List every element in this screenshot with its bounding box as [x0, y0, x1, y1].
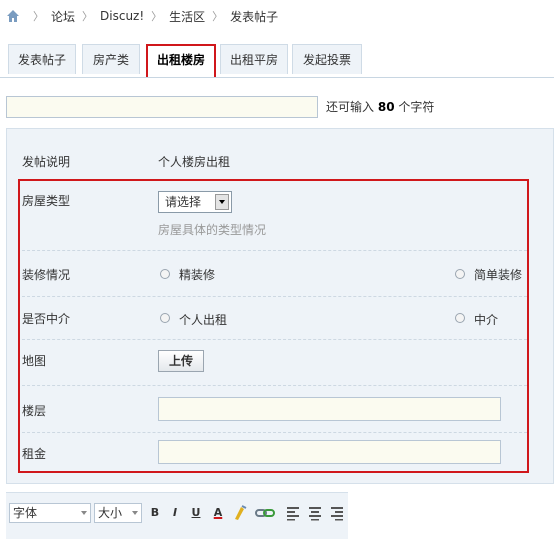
map-label: 地图	[22, 354, 47, 368]
radio-personal-rent[interactable]	[160, 313, 170, 323]
editor-toolbar: 字体 大小 B I U A	[6, 492, 348, 539]
house-type-hint: 房屋具体的类型情况	[158, 223, 267, 237]
tab-start-poll[interactable]: 发起投票	[292, 44, 362, 74]
radio-fine-decoration[interactable]	[160, 269, 170, 279]
remaining-prefix: 还可输入	[326, 100, 375, 114]
size-select[interactable]: 大小	[94, 503, 142, 523]
font-select-value: 字体	[13, 506, 38, 520]
floor-input[interactable]	[158, 397, 501, 421]
remaining-count: 80	[377, 100, 395, 114]
breadcrumb-separator: 〉	[151, 10, 163, 23]
rent-input[interactable]	[158, 440, 501, 464]
remaining-suffix: 个字符	[398, 100, 435, 114]
house-type-label: 房屋类型	[22, 194, 71, 208]
description-value: 个人楼房出租	[158, 155, 231, 169]
description-label: 发帖说明	[22, 155, 71, 169]
radio-simple-decoration[interactable]	[455, 269, 465, 279]
radio-agency-label[interactable]: 中介	[474, 311, 498, 328]
house-type-select[interactable]: 请选择	[158, 191, 232, 213]
chevron-down-icon[interactable]	[215, 194, 229, 210]
chevron-down-icon	[81, 511, 87, 515]
radio-fine-decoration-label[interactable]: 精装修	[179, 266, 215, 283]
underline-button[interactable]: U	[189, 505, 203, 521]
breadcrumb-forum[interactable]: 论坛	[51, 8, 75, 25]
size-select-value: 大小	[98, 506, 123, 520]
tab-rent-apartment[interactable]: 出租楼房	[146, 44, 216, 77]
post-type-tabs: 发表帖子 房产类 出租楼房 出租平房 发起投票	[0, 44, 554, 78]
divider	[22, 339, 527, 340]
breadcrumb-separator: 〉	[82, 10, 94, 23]
highlight-icon[interactable]	[232, 504, 250, 522]
tab-post[interactable]: 发表帖子	[8, 44, 76, 74]
radio-agency[interactable]	[455, 313, 465, 323]
italic-button[interactable]: I	[168, 505, 182, 521]
bold-button[interactable]: B	[148, 505, 162, 521]
align-left-icon[interactable]	[286, 505, 300, 521]
breadcrumb-current: 发表帖子	[230, 9, 279, 24]
upload-map-button[interactable]: 上传	[158, 350, 204, 372]
font-select[interactable]: 字体	[9, 503, 91, 523]
radio-simple-decoration-label[interactable]: 简单装修	[474, 266, 522, 283]
breadcrumb-life[interactable]: 生活区	[169, 8, 205, 25]
subject-input[interactable]	[6, 96, 318, 118]
breadcrumb-discuz[interactable]: Discuz!	[100, 9, 144, 23]
font-color-button[interactable]: A	[211, 505, 225, 521]
tab-rent-bungalow[interactable]: 出租平房	[220, 44, 288, 74]
tab-real-estate[interactable]: 房产类	[82, 44, 140, 74]
chevron-down-icon	[132, 511, 138, 515]
divider	[22, 296, 527, 297]
custom-fields-highlight	[18, 179, 529, 473]
divider	[22, 432, 527, 433]
home-icon[interactable]	[6, 9, 20, 23]
divider	[22, 385, 527, 386]
breadcrumb-separator: 〉	[33, 10, 44, 23]
decoration-label: 装修情况	[22, 268, 71, 282]
link-icon[interactable]	[255, 505, 275, 521]
breadcrumb: 〉 论坛 〉 Discuz! 〉 生活区 〉 发表帖子	[6, 6, 278, 26]
breadcrumb-separator: 〉	[212, 10, 224, 23]
agency-label: 是否中介	[22, 312, 71, 326]
floor-label: 楼层	[22, 404, 47, 418]
align-right-icon[interactable]	[330, 505, 344, 521]
rent-label: 租金	[22, 447, 47, 461]
divider	[22, 250, 527, 251]
house-type-select-value: 请选择	[165, 195, 202, 209]
remaining-chars: 还可输入 80 个字符	[326, 98, 434, 115]
radio-personal-rent-label[interactable]: 个人出租	[179, 311, 227, 328]
align-center-icon[interactable]	[308, 505, 322, 521]
